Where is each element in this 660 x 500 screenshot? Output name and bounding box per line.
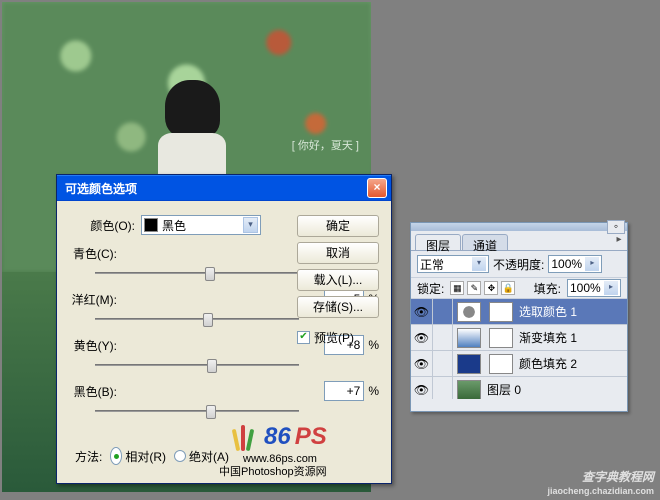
blend-mode-select[interactable]: 正常▾ (417, 255, 489, 273)
page-watermark: 查字典教程网 jiaocheng.chazidian.com (547, 468, 654, 496)
lock-row: 锁定: ▦ ✎ ✥ 🔒 填充: 100%▸ (411, 277, 627, 299)
link-col[interactable] (433, 325, 453, 350)
method-row: 方法: 相对(R) 绝对(A) (75, 447, 229, 465)
link-col[interactable] (433, 299, 453, 324)
radio-icon (110, 447, 122, 465)
layer-name: 渐变填充 1 (517, 329, 627, 346)
radio-icon (174, 450, 186, 462)
cyan-slider[interactable] (95, 265, 299, 281)
blend-row: 正常▾ 不透明度: 100%▸ (411, 251, 627, 277)
photo-caption: [ 你好，夏天 ] (292, 137, 359, 153)
cyan-label: 青色(C): (69, 245, 123, 262)
chevron-right-icon: ▸ (585, 257, 599, 271)
visibility-icon[interactable]: 👁 (411, 351, 433, 376)
lock-all-icon[interactable]: 🔒 (501, 281, 515, 295)
magenta-slider[interactable] (95, 311, 299, 327)
magenta-label: 洋红(M): (69, 291, 123, 308)
lock-paint-icon[interactable]: ✎ (467, 281, 481, 295)
visibility-icon[interactable]: 👁 (411, 377, 433, 399)
link-col[interactable] (433, 351, 453, 376)
ok-button[interactable]: 确定 (297, 215, 379, 237)
color-label: 颜色(O): (81, 217, 141, 234)
slider-thumb[interactable] (205, 267, 215, 281)
chevron-down-icon[interactable]: ▾ (243, 217, 258, 233)
load-button[interactable]: 载入(L)... (297, 269, 379, 291)
visibility-icon[interactable]: 👁 (411, 299, 433, 324)
fill-label: 填充: (534, 280, 561, 297)
layer-name: 图层 0 (485, 381, 627, 398)
layer-item[interactable]: 👁 颜色填充 2 (411, 351, 627, 377)
gradient-thumb-icon[interactable] (457, 328, 481, 348)
color-combo[interactable]: 黑色 ▾ (141, 215, 261, 235)
lock-label: 锁定: (417, 280, 444, 297)
panel-close-icon[interactable]: ◦ (607, 220, 625, 234)
cancel-button[interactable]: 取消 (297, 242, 379, 264)
color-swatch (144, 218, 158, 232)
logo-ps: PS (295, 423, 327, 451)
panel-drag-bar[interactable] (411, 223, 627, 231)
mask-thumb-icon[interactable] (489, 354, 513, 374)
lock-icons: ▦ ✎ ✥ 🔒 (450, 281, 515, 295)
slider-thumb[interactable] (206, 405, 216, 419)
method-label: 方法: (75, 448, 102, 465)
visibility-icon[interactable]: 👁 (411, 325, 433, 350)
dialog-title: 可选颜色选项 (65, 180, 367, 197)
panel-tabs: 图层 通道 ▸ (411, 231, 627, 251)
tab-channels[interactable]: 通道 (462, 234, 508, 250)
logo-swoosh-icon (232, 423, 260, 451)
layer-list: 👁 选取颜色 1 👁 渐变填充 1 👁 颜色填充 2 👁 图层 0 (411, 299, 627, 399)
adjustment-thumb-icon[interactable] (457, 302, 481, 322)
opacity-input[interactable]: 100%▸ (548, 255, 602, 273)
black-slider[interactable] (95, 403, 299, 419)
color-value: 黑色 (162, 217, 186, 234)
mask-thumb-icon[interactable] (489, 302, 513, 322)
solid-thumb-icon[interactable] (457, 354, 481, 374)
layer-name: 颜色填充 2 (517, 355, 627, 372)
dialog-buttons: 确定 取消 载入(L)... 存储(S)... ✔ 预览(P) (297, 215, 379, 346)
layer-name: 选取颜色 1 (517, 303, 627, 320)
yellow-label: 黄色(Y): (69, 337, 123, 354)
layer-item[interactable]: 👁 图层 0 (411, 377, 627, 399)
slider-thumb[interactable] (207, 359, 217, 373)
dialog-titlebar[interactable]: 可选颜色选项 × (57, 175, 391, 201)
fill-input[interactable]: 100%▸ (567, 279, 621, 297)
lock-move-icon[interactable]: ✥ (484, 281, 498, 295)
lock-transparency-icon[interactable]: ▦ (450, 281, 464, 295)
mask-thumb-icon[interactable] (489, 328, 513, 348)
slider-thumb[interactable] (203, 313, 213, 327)
tab-layers[interactable]: 图层 (415, 234, 461, 250)
app-background: [ 你好，夏天 ] 可选颜色选项 × 颜色(O): 黑色 ▾ 青色(C): +6… (0, 0, 660, 500)
dialog-body: 颜色(O): 黑色 ▾ 青色(C): +6 % 洋红(M): +5 % (57, 201, 391, 483)
black-input[interactable]: +7 (324, 381, 364, 401)
panel-menu-icon[interactable]: ▸ (611, 234, 627, 250)
preview-checkbox-row[interactable]: ✔ 预览(P) (297, 329, 379, 346)
checkbox-icon[interactable]: ✔ (297, 331, 310, 344)
logo-86: 86 (264, 423, 291, 451)
yellow-slider[interactable] (95, 357, 299, 373)
preview-label: 预览(P) (314, 329, 354, 346)
watermark-logo: 86 PS (232, 423, 327, 451)
link-col[interactable] (433, 377, 453, 399)
layers-panel: ◦ 图层 通道 ▸ 正常▾ 不透明度: 100%▸ 锁定: ▦ ✎ ✥ 🔒 填充… (410, 222, 628, 412)
layer-item[interactable]: 👁 渐变填充 1 (411, 325, 627, 351)
chevron-right-icon: ▸ (604, 281, 618, 295)
opacity-label: 不透明度: (493, 256, 544, 273)
black-label: 黑色(B): (69, 383, 123, 400)
logo-cn: 中国Photoshop资源网 (219, 463, 327, 479)
absolute-radio[interactable]: 绝对(A) (174, 448, 229, 465)
close-icon[interactable]: × (367, 178, 387, 198)
selective-color-dialog: 可选颜色选项 × 颜色(O): 黑色 ▾ 青色(C): +6 % 洋红(M): (56, 174, 392, 484)
layer-item[interactable]: 👁 选取颜色 1 (411, 299, 627, 325)
chevron-down-icon: ▾ (472, 257, 486, 271)
save-button[interactable]: 存储(S)... (297, 296, 379, 318)
image-thumb-icon[interactable] (457, 380, 481, 400)
relative-radio[interactable]: 相对(R) (110, 447, 166, 465)
